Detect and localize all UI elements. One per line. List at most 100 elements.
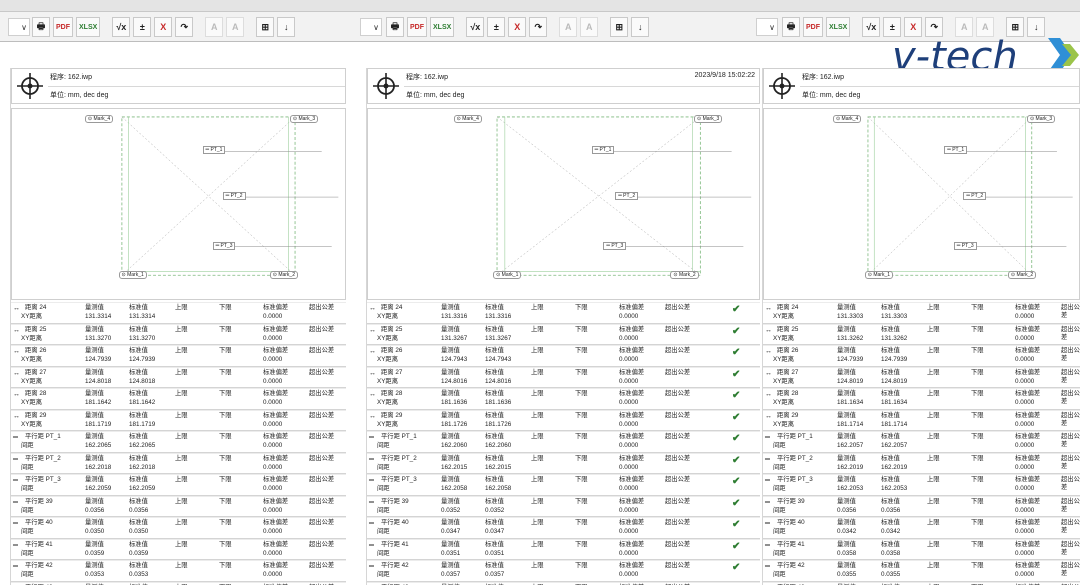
xlsx-export-button[interactable]: XLSX [826,17,851,37]
pdf-export-button[interactable]: PDF [803,17,823,37]
column-header-upper: 上限 [175,368,188,376]
column-header-upper: 上限 [927,390,940,397]
column-header-measured: 量测值 [837,411,856,419]
table-row[interactable]: ═ 平行距 PT_2 间距 量测值 标准值 上限 下限 标准偏差 超出公差 162.2018 … [11,452,346,474]
table-row[interactable]: ═ 平行距 39 间距 量测值 标准值 上限 下限 标准偏差 超出公差 0.0356 0.03… [11,495,346,517]
table-row[interactable]: ═ 平行距 PT_1 间距 量测值 标准值 上限 下限 标准偏差 超出公差 162.2060 … [367,431,760,453]
table-row[interactable]: ═ 平行距 PT_3 间距 量测值 标准值 上限 下限 标准偏差 超出公差 162.2058 … [367,474,760,496]
table-row[interactable]: ═ 平行距 41 间距 量测值 标准值 上限 下限 标准偏差 超出公差 0.0359 0.03… [11,538,346,560]
font-a-alt-button[interactable]: A [226,17,245,37]
table-row[interactable]: ↔ 距离 28 XY距离 量测值 标准值 上限 下限 标准偏差 超出公差 181.1634 1… [763,388,1080,410]
check-x-button[interactable]: √x [112,17,131,37]
table-row[interactable]: ═ 平行距 42 间距 量测值 标准值 上限 下限 标准偏差 超出公差 0.0357 0.03… [367,560,760,582]
table-row[interactable]: ═ 平行距 41 间距 量测值 标准值 上限 下限 标准偏差 超出公差 0.0351 0.03… [367,538,760,560]
feature-type: XY距离 [21,334,42,342]
table-row[interactable]: ═ 平行距 43 量测值标准值上限下限标准偏差超出公差 [763,581,1080,585]
font-a-button[interactable]: A [205,17,224,37]
table-row[interactable]: ↔ 距离 29 XY距离 量测值 标准值 上限 下限 标准偏差 超出公差 181.1726 1… [367,409,760,431]
column-header-lower: 下限 [575,411,588,419]
table-row[interactable]: ↔ 距离 27 XY距离 量测值 标准值 上限 下限 标准偏差 超出公差 124.8018 1… [11,366,346,388]
cancel-x-button[interactable]: X [154,17,173,37]
redo-arrow-button[interactable]: ↷ [529,17,548,37]
deviation-value: 0.0000 [1015,356,1035,363]
pdf-export-button[interactable]: PDF [407,17,427,37]
column-header-dev: 标准偏差 [619,540,645,548]
table-row[interactable]: ═ 平行距 40 间距 量测值 标准值 上限 下限 标准偏差 超出公差 0.0350 0.03… [11,517,346,539]
feature-type: 间距 [773,571,786,578]
column-header-dev: 标准偏差 [619,325,645,333]
grid-icon-button[interactable]: ⊞ [610,17,629,37]
column-header-dev: 标准偏差 [619,433,645,440]
column-header-upper: 上限 [175,519,188,526]
pdf-export-button[interactable]: PDF [53,17,73,37]
measured-value: 162.2019 [837,463,864,471]
measured-value: 181.1642 [85,399,112,406]
table-row[interactable]: ═ 平行距 PT_3 间距 量测值 标准值 上限 下限 标准偏差 超出公差 162.2059 … [11,474,346,496]
pt-label: ═ PT_3 [953,242,977,250]
cancel-x-button[interactable]: X [508,17,527,37]
table-row[interactable]: ═ 平行距 40 间距 量测值 标准值 上限 下限 标准偏差 超出公差 0.0342 0.03… [763,517,1080,539]
feature-name: 平行距 PT_2 [777,454,813,462]
xlsx-export-button[interactable]: XLSX [76,17,101,37]
column-header-dev: 标准偏差 [1015,454,1041,462]
feature-type: 间距 [377,485,390,492]
nominal-value: 0.0358 [881,549,901,557]
plus-minus-button[interactable]: ± [487,17,506,37]
table-row[interactable]: ═ 平行距 41 间距 量测值 标准值 上限 下限 标准偏差 超出公差 0.0358 0.03… [763,538,1080,560]
font-a-alt-button[interactable]: A [580,17,599,37]
plus-minus-button[interactable]: ± [133,17,152,37]
column-header-nominal: 标准值 [129,497,148,505]
column-header-measured: 量测值 [441,411,460,419]
table-row[interactable]: ═ 平行距 PT_2 间距 量测值 标准值 上限 下限 标准偏差 超出公差 162.2019 … [763,452,1080,474]
column-header-upper: 上限 [927,454,940,462]
table-row[interactable]: ═ 平行距 PT_1 间距 量测值 标准值 上限 下限 标准偏差 超出公差 162.2065 … [11,431,346,453]
grid-icon-button[interactable]: ⊞ [256,17,275,37]
toolbar-group: 🖶 PDF XLSX √x ± X ↷ A A ⊞ ↓ [32,16,296,38]
unit-label: 单位: mm, dec deg [50,92,109,99]
table-row[interactable]: ═ 平行距 42 间距 量测值 标准值 上限 下限 标准偏差 超出公差 0.0355 0.03… [763,560,1080,582]
table-row[interactable]: ═ 平行距 42 间距 量测值 标准值 上限 下限 标准偏差 超出公差 0.0353 0.03… [11,560,346,582]
table-row[interactable]: ═ 平行距 43 量测值标准值上限下限标准偏差超出公差 [11,581,346,585]
table-row[interactable]: ═ 平行距 PT_1 间距 量测值 标准值 上限 下限 标准偏差 超出公差 162.2057 … [763,431,1080,453]
xlsx-export-button[interactable]: XLSX [430,17,455,37]
table-row[interactable]: ↔ 距离 28 XY距离 量测值 标准值 上限 下限 标准偏差 超出公差 181.1642 1… [11,388,346,410]
table-row[interactable]: ═ 平行距 39 间距 量测值 标准值 上限 下限 标准偏差 超出公差 0.0356 0.03… [763,495,1080,517]
table-row[interactable]: ═ 平行距 40 间距 量测值 标准值 上限 下限 标准偏差 超出公差 0.0347 0.03… [367,517,760,539]
table-row[interactable]: ↔ 距离 26 XY距离 量测值 标准值 上限 下限 标准偏差 超出公差 124.7943 1… [367,345,760,367]
table-row[interactable]: ↔ 距离 25 XY距离 量测值 标准值 上限 下限 标准偏差 超出公差 131.3270 1… [11,323,346,345]
table-row[interactable]: ═ 平行距 PT_3 间距 量测值 标准值 上限 下限 标准偏差 超出公差 162.2053 … [763,474,1080,496]
column-header-nominal: 标准值 [129,519,148,526]
redo-arrow-button[interactable]: ↷ [175,17,194,37]
toolbar-dropdown[interactable]: ∨ [756,18,778,36]
sort-down-button[interactable]: ↓ [277,17,296,37]
table-row[interactable]: ═ 平行距 43 量测值标准值上限下限标准偏差超出公差 [367,581,760,585]
table-row[interactable]: ↔ 距离 27 XY距离 量测值 标准值 上限 下限 标准偏差 超出公差 124.8016 1… [367,366,760,388]
table-row[interactable]: ↔ 距离 25 XY距离 量测值 标准值 上限 下限 标准偏差 超出公差 131.3267 1… [367,323,760,345]
table-row[interactable]: ↔ 距离 24 XY距离 量测值 标准值 上限 下限 标准偏差 超出公差 131.3303 1… [763,302,1080,324]
table-row[interactable]: ↔ 距离 24 XY距离 量测值 标准值 上限 下限 标准偏差 超出公差 131.3316 1… [367,302,760,324]
check-x-button[interactable]: √x [862,17,881,37]
table-row[interactable]: ↔ 距离 26 XY距离 量测值 标准值 上限 下限 标准偏差 超出公差 124.7939 1… [11,345,346,367]
table-row[interactable]: ↔ 距离 29 XY距离 量测值 标准值 上限 下限 标准偏差 超出公差 181.1719 1… [11,409,346,431]
toolbar-dropdown[interactable]: ∨ [8,18,30,36]
toolbar-dropdown[interactable]: ∨ [360,18,382,36]
deviation-value: 0.0000 [619,356,639,363]
table-row[interactable]: ↔ 距离 24 XY距离 量测值 标准值 上限 下限 标准偏差 超出公差 131.3314 1… [11,302,346,324]
table-row[interactable]: ═ 平行距 PT_2 间距 量测值 标准值 上限 下限 标准偏差 超出公差 162.2015 … [367,452,760,474]
column-header-measured: 量测值 [85,304,104,311]
table-row[interactable]: ↔ 距离 28 XY距离 量测值 标准值 上限 下限 标准偏差 超出公差 181.1636 1… [367,388,760,410]
table-row[interactable]: ↔ 距离 29 XY距离 量测值 标准值 上限 下限 标准偏差 超出公差 181.1714 1… [763,409,1080,431]
table-row[interactable]: ↔ 距离 27 XY距离 量测值 标准值 上限 下限 标准偏差 超出公差 124.8019 1… [763,366,1080,388]
table-row[interactable]: ↔ 距离 25 XY距离 量测值 标准值 上限 下限 标准偏差 超出公差 131.3262 1… [763,323,1080,345]
pass-check-icon: ✔ [732,368,741,380]
printer-icon[interactable]: 🖶 [782,17,800,37]
printer-icon[interactable]: 🖶 [386,17,404,37]
sort-down-button[interactable]: ↓ [631,17,650,37]
table-row[interactable]: ↔ 距离 26 XY距离 量测值 标准值 上限 下限 标准偏差 超出公差 124.7939 1… [763,345,1080,367]
font-a-button[interactable]: A [559,17,578,37]
table-row[interactable]: ═ 平行距 39 间距 量测值 标准值 上限 下限 标准偏差 超出公差 0.0352 0.03… [367,495,760,517]
deviation-value: 0.0000 [1015,463,1035,471]
column-header-lower: 下限 [219,411,232,419]
check-x-button[interactable]: √x [466,17,485,37]
printer-icon[interactable]: 🖶 [32,17,50,37]
